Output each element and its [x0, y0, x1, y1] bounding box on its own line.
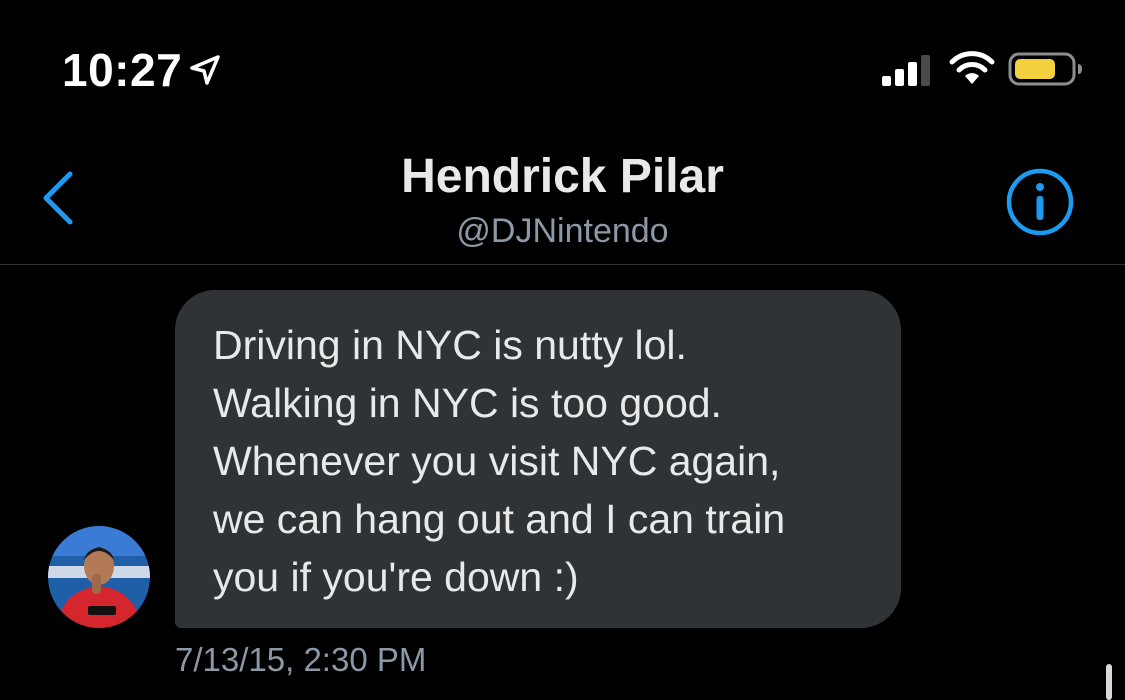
status-time: 10:27 — [62, 44, 183, 96]
contact-name: Hendrick Pilar — [401, 150, 724, 203]
battery-icon — [1008, 52, 1082, 86]
wifi-icon — [949, 51, 995, 84]
contact-avatar[interactable] — [48, 526, 150, 628]
cellular-signal-icon — [882, 55, 930, 86]
contact-handle: @DJNintendo — [456, 212, 669, 250]
scrollbar[interactable] — [1106, 664, 1112, 700]
header-divider — [0, 264, 1125, 265]
info-circle-icon[interactable] — [1004, 166, 1076, 238]
dm-conversation-screen: 10:27 Hendrick Pilar @DJNintendo Driving… — [0, 0, 1125, 700]
location-arrow-icon — [190, 55, 220, 85]
message-timestamp: 7/13/15, 2:30 PM — [175, 641, 427, 678]
message-text: Driving in NYC is nutty lol. Walking in … — [213, 322, 786, 600]
message-bubble[interactable]: Driving in NYC is nutty lol. Walking in … — [175, 290, 901, 628]
